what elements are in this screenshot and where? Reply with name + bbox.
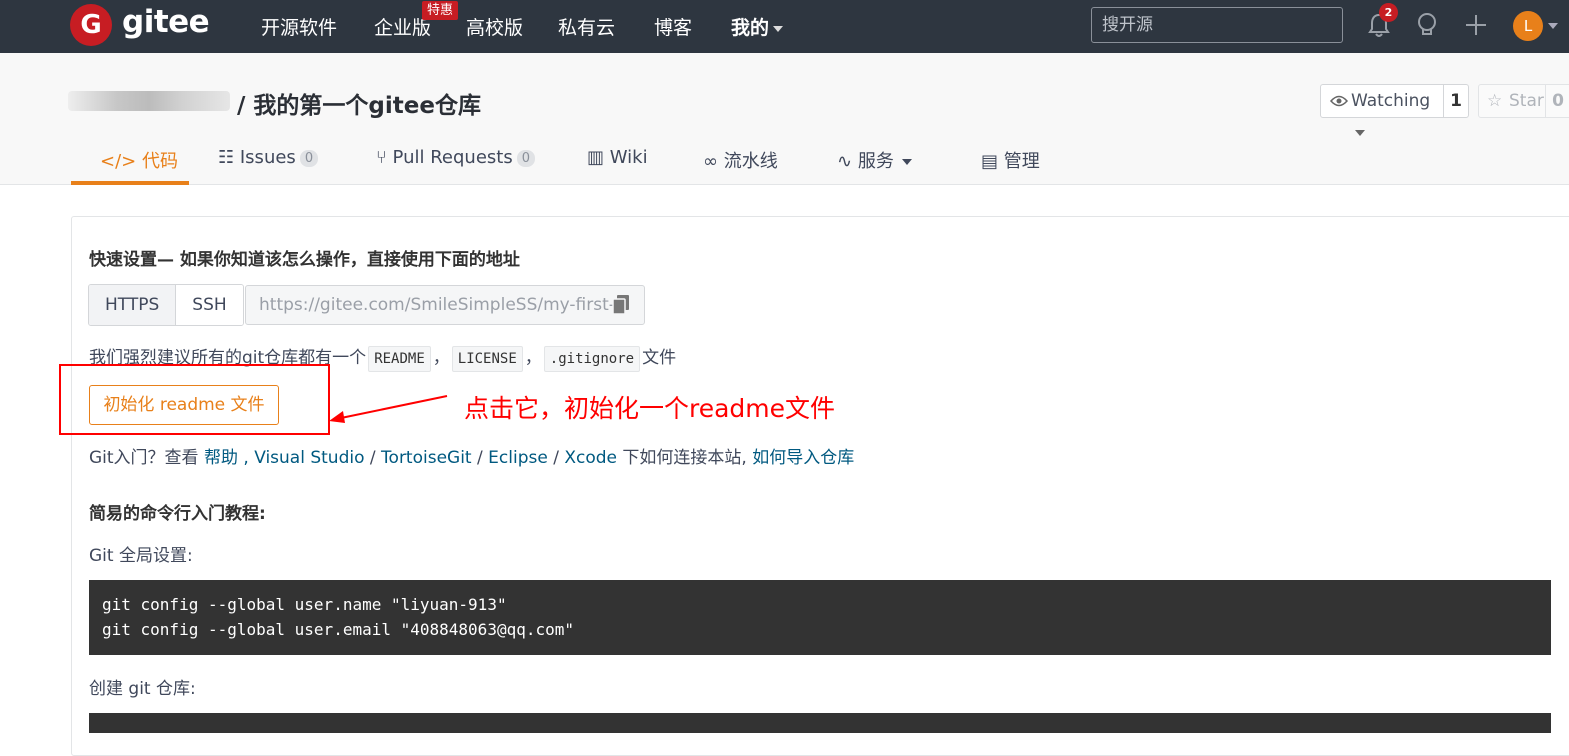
star-label: Star	[1509, 91, 1544, 111]
chevron-down-icon	[901, 159, 912, 165]
https-button[interactable]: HTTPS	[89, 285, 177, 325]
active-tab-indicator	[71, 181, 189, 185]
notification-count-badge: 2	[1379, 3, 1398, 22]
clone-url-field[interactable]: https://gitee.com/SmileSimpleSS/my-first…	[245, 285, 645, 325]
gitee-logo-icon[interactable]: G	[70, 4, 112, 46]
annotation-arrow	[329, 395, 448, 423]
tab-manage[interactable]: ▤ 管理	[981, 147, 1040, 173]
tab-services-label: 服务	[857, 151, 894, 172]
nav-blog[interactable]: 博客	[654, 13, 692, 40]
nav-mine-dropdown[interactable]: 我的	[731, 13, 784, 40]
separator: ，	[432, 348, 450, 368]
watch-button[interactable]: Watching	[1320, 84, 1444, 136]
create-repo-label: 创建 git 仓库:	[89, 679, 196, 699]
readme-chip: README	[368, 346, 431, 372]
tab-pipeline-label: 流水线	[723, 151, 778, 172]
top-navbar: G gitee 开源软件 企业版 特惠 高校版 私有云 博客 我的 2 L	[0, 0, 1569, 53]
chevron-down-icon	[1355, 130, 1365, 136]
star-button[interactable]: ☆ Star	[1478, 84, 1546, 118]
global-settings-label: Git 全局设置:	[89, 546, 193, 566]
star-count[interactable]: 0	[1545, 84, 1569, 118]
global-config-code[interactable]: git config --global user.name "liyuan-91…	[89, 580, 1551, 655]
help-link[interactable]: 帮助	[204, 448, 238, 468]
eye-icon	[1330, 95, 1348, 107]
tab-code[interactable]: </> 代码	[100, 147, 178, 173]
lightbulb-icon[interactable]	[1412, 10, 1442, 40]
tab-issues-label: Issues	[239, 147, 296, 168]
comma-sep: ,	[237, 448, 255, 468]
import-repo-link[interactable]: 如何导入仓库	[752, 448, 854, 468]
tortoisegit-link[interactable]: TortoiseGit	[381, 448, 472, 468]
tab-services[interactable]: ∿ 服务	[837, 147, 912, 173]
chevron-down-icon	[773, 25, 784, 32]
gitee-logo-text[interactable]: gitee	[122, 4, 210, 40]
annotation-highlight-box	[59, 364, 330, 435]
pr-count: 0	[516, 150, 535, 167]
gitignore-chip: .gitignore	[543, 346, 641, 372]
tab-manage-label: 管理	[1003, 151, 1040, 172]
nav-mine-label: 我的	[731, 17, 770, 39]
pull-request-icon: ⑂	[376, 147, 387, 168]
enterprise-promo-badge: 特惠	[422, 1, 459, 20]
search-input[interactable]	[1091, 7, 1343, 43]
slash-sep: /	[364, 448, 382, 468]
manage-icon: ▤	[981, 151, 999, 172]
xcode-link[interactable]: Xcode	[564, 448, 617, 468]
help-prefix: Git入门？查看	[89, 448, 204, 468]
tab-pr-label: Pull Requests	[392, 147, 513, 168]
repo-owner-blurred[interactable]	[68, 91, 230, 111]
tab-pipeline[interactable]: ∞ 流水线	[703, 147, 778, 173]
nav-education[interactable]: 高校版	[466, 13, 523, 40]
help-links: Git入门？查看 帮助 , Visual Studio / TortoiseGi…	[89, 443, 854, 468]
create-repo-code[interactable]	[89, 713, 1551, 733]
tab-code-label: 代码	[141, 151, 178, 172]
watch-label: Watching	[1351, 91, 1431, 111]
avatar[interactable]: L	[1513, 11, 1543, 41]
tab-issues[interactable]: ☷ Issues 0	[218, 147, 319, 168]
star-icon: ☆	[1487, 91, 1503, 111]
tab-wiki-label: Wiki	[609, 147, 648, 168]
issues-count: 0	[299, 150, 319, 167]
slash-sep: /	[471, 448, 489, 468]
tab-pull-requests[interactable]: ⑂ Pull Requests 0	[376, 147, 535, 168]
quick-setup-title: 快速设置— 如果你知道该怎么操作，直接使用下面的地址	[89, 250, 520, 270]
ssh-button[interactable]: SSH	[176, 285, 243, 325]
slash-sep: /	[547, 448, 565, 468]
repo-title[interactable]: / 我的第一个gitee仓库	[237, 86, 481, 120]
plus-icon[interactable]	[1461, 10, 1491, 40]
pipeline-icon: ∞	[703, 151, 718, 172]
nav-open-source[interactable]: 开源软件	[261, 13, 337, 40]
separator: ，	[524, 348, 542, 368]
copy-icon[interactable]	[611, 294, 631, 316]
code-icon: </>	[100, 151, 137, 172]
eclipse-link[interactable]: Eclipse	[488, 448, 548, 468]
protocol-toggle: HTTPS SSH	[88, 284, 244, 326]
pulse-icon: ∿	[837, 151, 853, 172]
chevron-down-icon[interactable]	[1548, 23, 1558, 29]
nav-private-cloud[interactable]: 私有云	[558, 13, 615, 40]
visual-studio-link[interactable]: Visual Studio	[254, 448, 364, 468]
license-chip: LICENSE	[451, 346, 523, 372]
watch-count[interactable]: 1	[1443, 84, 1469, 118]
tutorial-title: 简易的命令行入门教程:	[89, 504, 266, 524]
help-mid: 下如何连接本站,	[617, 448, 753, 468]
tab-wiki[interactable]: ▥ Wiki	[587, 147, 648, 168]
suggestion-suffix: 文件	[642, 348, 677, 368]
repo-header: / 我的第一个gitee仓库 Watching 1 ☆ Star 0 </> 代…	[0, 53, 1569, 185]
annotation-callout-text: 点击它，初始化一个readme文件	[464, 394, 836, 423]
issues-icon: ☷	[218, 147, 235, 168]
wiki-icon: ▥	[587, 147, 605, 168]
